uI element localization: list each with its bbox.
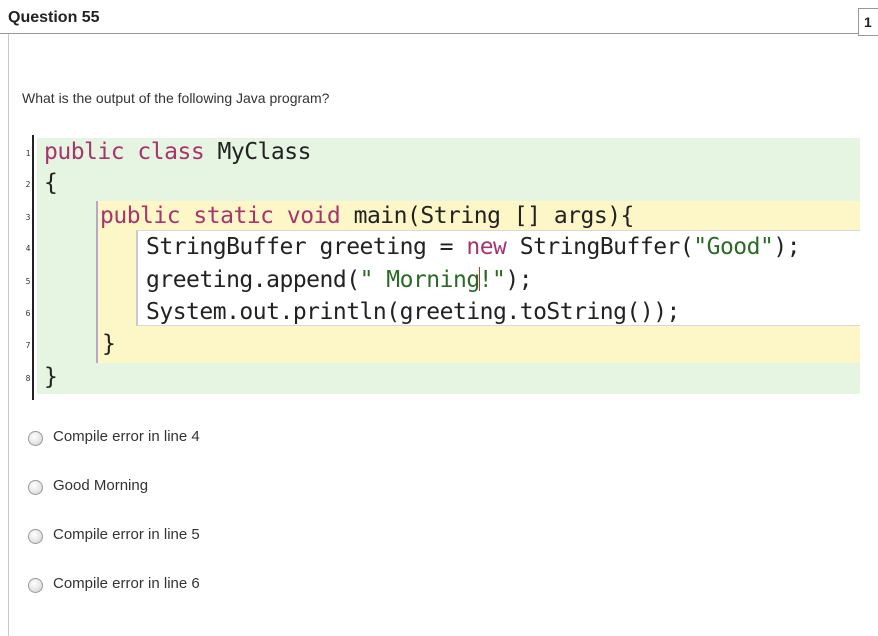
- line-number: 2: [25, 180, 31, 189]
- code-token: !": [478, 267, 506, 293]
- radio-button[interactable]: [28, 578, 43, 593]
- code-line: greeting.append(" Morning!");: [146, 265, 533, 295]
- code-token: }: [102, 331, 116, 357]
- code-line: StringBuffer greeting = new StringBuffer…: [146, 232, 801, 262]
- line-number: 1: [25, 149, 31, 158]
- code-token: }: [44, 364, 58, 390]
- radio-button[interactable]: [28, 480, 43, 495]
- code-token: "Good": [693, 234, 774, 260]
- line-number: 4: [25, 244, 31, 253]
- question-header: Question 55 1: [0, 0, 878, 36]
- code-line: public class MyClass: [44, 137, 311, 167]
- radio-button[interactable]: [28, 431, 43, 446]
- code-gutter-bar: [32, 135, 34, 400]
- question-prompt: What is the output of the following Java…: [22, 90, 330, 106]
- code-token: );: [505, 267, 533, 293]
- line-number: 3: [25, 213, 31, 222]
- code-token: public static void: [100, 203, 354, 229]
- code-line: public static void main(String [] args){: [100, 201, 634, 231]
- code-token: System.out.println(greeting.toString());: [146, 299, 680, 325]
- line-number: 7: [25, 341, 31, 350]
- answer-option-label[interactable]: Compile error in line 5: [53, 526, 200, 543]
- code-token: new: [466, 234, 520, 260]
- code-token: " Morning: [359, 267, 481, 293]
- question-title: Question 55: [8, 9, 100, 26]
- code-token: StringBuffer greeting =: [146, 234, 467, 260]
- code-token: greeting.append(: [146, 267, 360, 293]
- answer-option-label[interactable]: Compile error in line 6: [53, 575, 200, 592]
- code-token: StringBuffer(: [519, 234, 694, 260]
- code-token: public class: [44, 139, 218, 165]
- line-number: 5: [25, 277, 31, 286]
- code-line: }: [102, 329, 116, 359]
- line-number: 8: [25, 374, 31, 383]
- answer-option-label[interactable]: Compile error in line 4: [53, 428, 200, 445]
- radio-button[interactable]: [28, 529, 43, 544]
- code-line: }: [44, 362, 58, 392]
- code-image: 1 2 3 4 5 6 7 8 public class MyClass { public sta…: [24, 135, 860, 400]
- code-token: main(String [] args){: [353, 203, 635, 229]
- answer-option-label[interactable]: Good Morning: [53, 477, 148, 494]
- code-token: );: [773, 234, 801, 260]
- line-number: 6: [25, 309, 31, 318]
- question-points: 1: [858, 8, 878, 36]
- code-token: {: [44, 170, 58, 196]
- code-line: {: [44, 168, 58, 198]
- code-line: System.out.println(greeting.toString());: [146, 297, 680, 327]
- code-token: MyClass: [217, 139, 312, 165]
